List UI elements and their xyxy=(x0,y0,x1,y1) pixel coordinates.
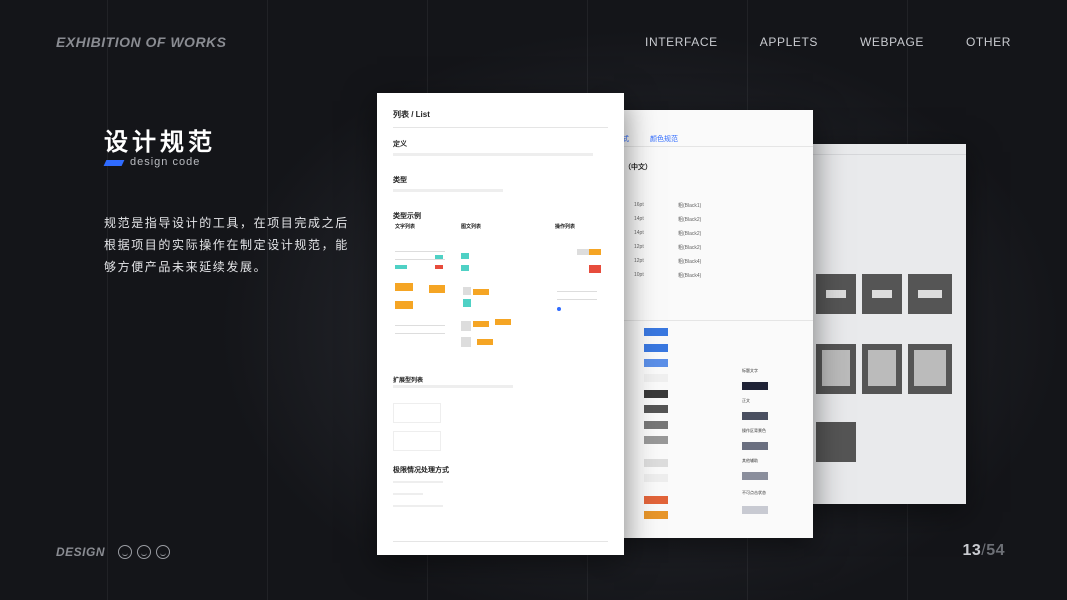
nav-item-other[interactable]: OTHER xyxy=(966,35,1011,49)
typography-heading: （中文） xyxy=(624,164,652,171)
page-indicator: 13/54 xyxy=(962,542,1005,560)
color-swatch xyxy=(644,374,668,382)
section-subtitle: design code xyxy=(130,156,201,168)
spec-card-list: 列表 / List 定义 类型 类型示例 文字列表 图文列表 操作列表 扩展型列… xyxy=(377,93,624,555)
page-total: 54 xyxy=(986,542,1005,559)
card-title: 列表 / List xyxy=(393,110,430,119)
footer-label: DESIGN xyxy=(56,545,106,559)
grid-line xyxy=(107,0,108,600)
color-swatch xyxy=(644,421,668,429)
grid-line xyxy=(267,0,268,600)
heading-examples: 类型示例 xyxy=(393,213,421,220)
color-swatch-body xyxy=(742,412,768,420)
color-swatch xyxy=(644,511,668,519)
top-nav: INTERFACE APPLETS WEBPAGE OTHER xyxy=(603,35,1011,49)
nav-item-webpage[interactable]: WEBPAGE xyxy=(860,35,924,49)
color-swatch xyxy=(644,474,668,482)
nav-item-interface[interactable]: INTERFACE xyxy=(645,35,718,49)
color-swatch-secondary xyxy=(742,472,768,480)
heading-definition: 定义 xyxy=(393,141,407,148)
color-swatch xyxy=(644,344,668,352)
heading-limit: 极限情况处理方式 xyxy=(393,467,449,474)
tab-colors[interactable]: 颜色规范 xyxy=(650,134,678,144)
neutral-face-icon xyxy=(137,545,151,559)
page-current: 13 xyxy=(962,542,982,559)
spec-card-layouts xyxy=(804,144,966,504)
color-swatch xyxy=(644,496,668,504)
color-swatch xyxy=(644,405,668,413)
heading-extended: 扩展型列表 xyxy=(393,378,424,384)
heading-type: 类型 xyxy=(393,177,407,184)
color-swatch-action-bg xyxy=(742,442,768,450)
color-swatch-title xyxy=(742,382,768,390)
color-swatch xyxy=(644,436,668,444)
smile-icon xyxy=(156,545,170,559)
color-swatch xyxy=(644,459,668,467)
color-swatch xyxy=(644,390,668,398)
color-swatch-disabled xyxy=(742,506,768,514)
color-swatch xyxy=(644,359,668,367)
spec-card-typography: 式 颜色规范 （中文） 16pt 粗(Black1) 14pt 粗(Black2… xyxy=(614,110,813,538)
section-title: 设计规范 xyxy=(104,128,216,156)
screen-thumb xyxy=(816,422,856,462)
accent-bar xyxy=(103,160,125,166)
brand-title: EXHIBITION OF WORKS xyxy=(56,34,227,50)
color-swatch xyxy=(644,328,668,336)
smile-icon xyxy=(118,545,132,559)
nav-item-applets[interactable]: APPLETS xyxy=(760,35,818,49)
section-description: 规范是指导设计的工具，在项目完成之后根据项目的实际操作在制定设计规范，能够方便产… xyxy=(104,216,349,274)
